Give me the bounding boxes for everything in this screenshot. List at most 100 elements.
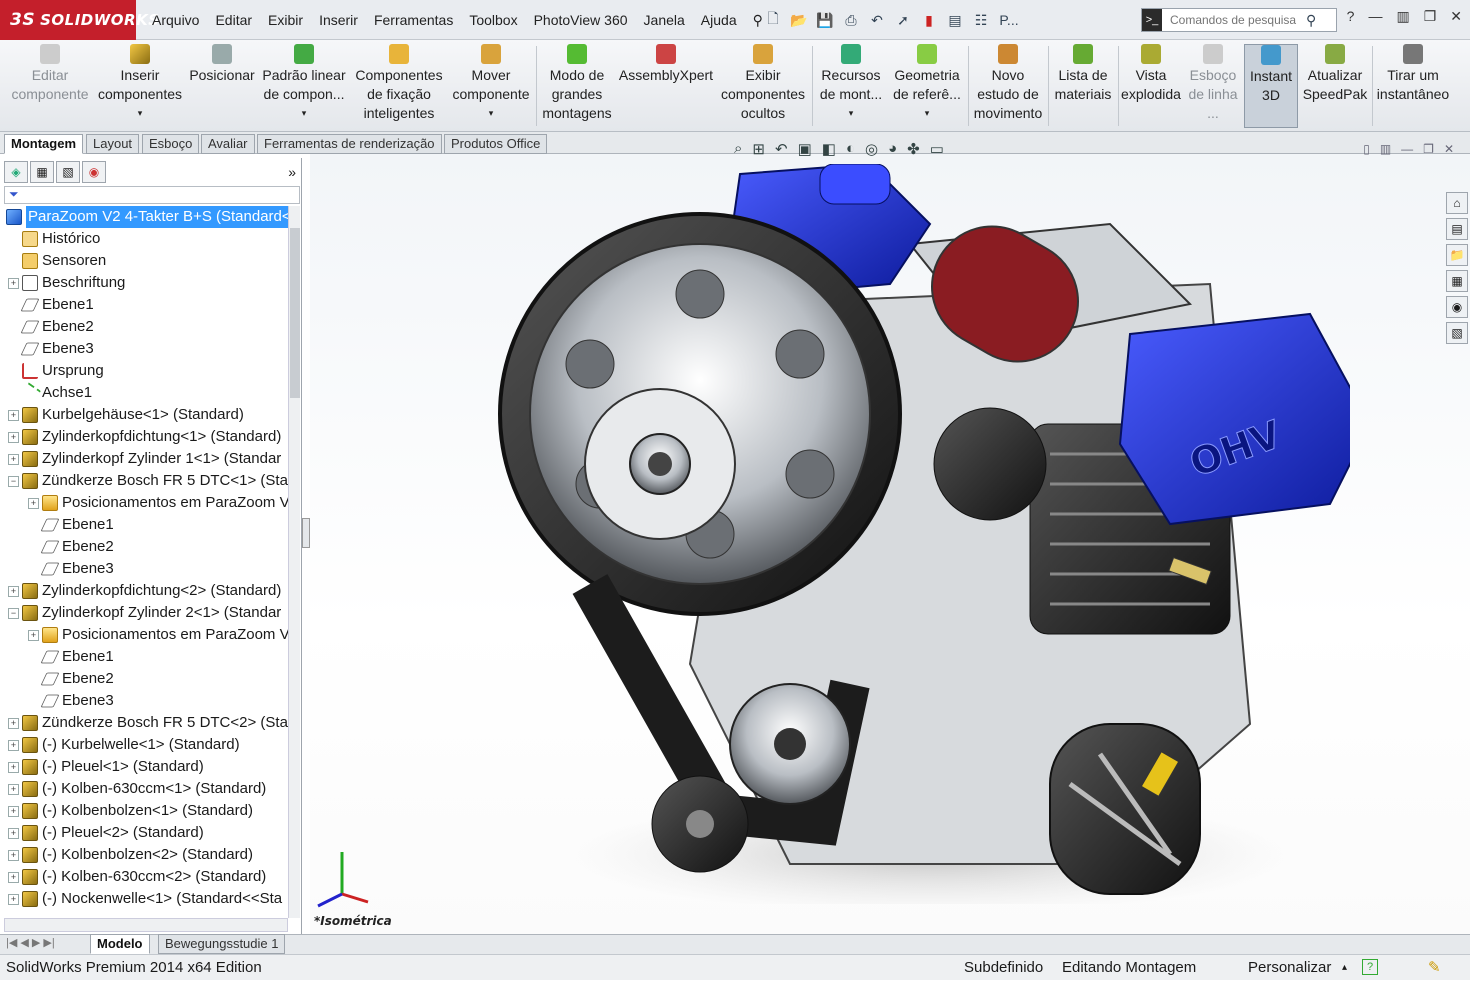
tree-item[interactable]: Ebene1 — [0, 514, 288, 536]
mate-button[interactable]: Posicionar — [186, 44, 258, 128]
tree-item[interactable]: Ebene1 — [0, 294, 288, 316]
customize-chevron-icon[interactable]: ▴ — [1342, 955, 1347, 981]
edit-component-button[interactable]: Editar componente — [6, 44, 94, 128]
view-palette-icon[interactable]: ▦ — [1446, 270, 1468, 292]
close-icon[interactable]: ✕ — [1450, 8, 1462, 25]
tab-bewegungsstudie[interactable]: Bewegungsstudie 1 — [158, 934, 286, 954]
print-icon[interactable]: ⎙ — [840, 10, 862, 30]
expand-icon[interactable]: + — [8, 277, 19, 289]
tree-vertical-scrollbar[interactable] — [288, 206, 300, 918]
menu-ajuda[interactable]: Ajuda — [693, 12, 745, 28]
tab-layout[interactable]: Layout — [86, 134, 140, 154]
menu-exibir[interactable]: Exibir — [260, 12, 311, 28]
instant-3d-button[interactable]: Instant 3D — [1244, 44, 1298, 128]
collapse-icon[interactable]: − — [8, 607, 19, 619]
tab-esboco[interactable]: Esboço — [142, 134, 200, 154]
viewport-restore-icon[interactable]: ❐ — [1423, 142, 1434, 156]
bill-of-materials-button[interactable]: Lista de materiais — [1050, 44, 1116, 128]
minimize-icon[interactable]: — — [1368, 8, 1382, 25]
menu-inserir[interactable]: Inserir — [311, 12, 366, 28]
display-manager-tab-icon[interactable]: ◉ — [82, 161, 106, 183]
menu-janela[interactable]: Janela — [636, 12, 693, 28]
tab-montagem[interactable]: Montagem — [4, 134, 83, 154]
tree-item[interactable]: + (-) Kolben-630ccm<1> (Standard) — [0, 778, 288, 800]
menu-photoview[interactable]: PhotoView 360 — [526, 12, 636, 28]
tab-ferramentas-renderizacao[interactable]: Ferramentas de renderização — [257, 134, 442, 154]
appearances-icon[interactable]: ◉ — [1446, 296, 1468, 318]
tree-item[interactable]: Ebene2 — [0, 668, 288, 690]
undo-icon[interactable]: ↶ — [866, 10, 888, 30]
hide-show-items-icon[interactable]: ◎ — [865, 140, 878, 158]
file-properties-icon[interactable]: ▤ — [944, 10, 966, 30]
viewport-split-icon[interactable]: ▯ — [1363, 142, 1370, 156]
insert-components-button[interactable]: Inserir componentes ▾ — [96, 44, 184, 128]
section-view-icon[interactable]: ▣ — [798, 140, 812, 158]
property-manager-tab-icon[interactable]: ▦ — [30, 161, 54, 183]
show-hidden-components-button[interactable]: Exibir componentes ocultos — [718, 44, 808, 128]
help-status-icon[interactable]: ? — [1362, 959, 1378, 975]
p-button[interactable]: P... — [996, 10, 1022, 30]
expand-icon[interactable]: + — [8, 761, 19, 773]
tree-root-item[interactable]: ParaZoom V2 4-Takter B+S (Standard< — [0, 206, 288, 228]
edit-appearance-icon[interactable]: ◕ — [888, 140, 897, 158]
expand-icon[interactable]: + — [8, 585, 19, 597]
previous-view-icon[interactable]: ↶ — [775, 140, 788, 158]
graphics-viewport[interactable]: ⌕ ⊞ ↶ ▣ ◧ ◐ ◎ ◕ ✤ ▭ ▯ ▥ — ❐ ✕ ⌂ ▤ 📁 ▦ ◉ … — [310, 140, 1470, 934]
chevron-down-icon[interactable]: ▾ — [138, 104, 143, 123]
viewport-close-icon[interactable]: ✕ — [1444, 142, 1454, 156]
tree-item[interactable]: + (-) Kolben-630ccm<2> (Standard) — [0, 866, 288, 888]
chevron-down-icon[interactable]: ▾ — [849, 104, 854, 123]
search-box[interactable]: >_ ⚲ — [1141, 8, 1337, 32]
new-motion-study-button[interactable]: Novo estudo de movimento — [970, 44, 1046, 128]
viewport-tile-icon[interactable]: ▥ — [1380, 142, 1391, 156]
solidworks-resources-icon[interactable]: ⌂ — [1446, 192, 1468, 214]
restore-icon[interactable]: ❐ — [1424, 8, 1437, 25]
linear-pattern-button[interactable]: Padrão linear de compon... ▾ — [260, 44, 348, 128]
panel-splitter-handle[interactable] — [302, 518, 310, 548]
zoom-to-fit-icon[interactable]: ⌕ — [734, 140, 742, 158]
tab-produtos-office[interactable]: Produtos Office — [444, 134, 548, 154]
tree-item[interactable]: + Posicionamentos em ParaZoom V — [0, 492, 288, 514]
exploded-view-button[interactable]: Vista explodida — [1120, 44, 1182, 128]
zoom-area-icon[interactable]: ⊞ — [752, 140, 765, 158]
new-document-icon[interactable]: 🗋 — [762, 10, 784, 30]
apply-scene-icon[interactable]: ✤ — [907, 140, 920, 158]
rebuild-icon[interactable]: ▮ — [918, 10, 940, 30]
menu-editar[interactable]: Editar — [207, 12, 260, 28]
custom-properties-icon[interactable]: ▧ — [1446, 322, 1468, 344]
expand-icon[interactable]: + — [8, 849, 19, 861]
tree-item[interactable]: + (-) Pleuel<1> (Standard) — [0, 756, 288, 778]
tree-item[interactable]: + Kurbelgehäuse<1> (Standard) — [0, 404, 288, 426]
expand-icon[interactable]: + — [8, 871, 19, 883]
expand-icon[interactable]: + — [8, 805, 19, 817]
search-input[interactable] — [1162, 13, 1302, 27]
rebuild-status-icon[interactable]: ✎ — [1428, 955, 1441, 981]
tree-item[interactable]: Ebene1 — [0, 646, 288, 668]
expand-icon[interactable]: + — [8, 717, 19, 729]
assemblyxpert-button[interactable]: AssemblyXpert — [616, 44, 716, 128]
explode-line-sketch-button[interactable]: Esboço de linha ... — [1184, 44, 1242, 128]
tree-item[interactable]: + (-) Kurbelwelle<1> (Standard) — [0, 734, 288, 756]
expand-icon[interactable]: + — [8, 783, 19, 795]
tile-icon[interactable]: ▥ — [1396, 8, 1409, 25]
expand-icon[interactable]: + — [28, 497, 39, 509]
expand-icon[interactable]: + — [8, 453, 19, 465]
tree-item[interactable]: + Zylinderkopfdichtung<2> (Standard) — [0, 580, 288, 602]
tree-item[interactable]: + Posicionamentos em ParaZoom V — [0, 624, 288, 646]
large-assembly-mode-button[interactable]: Modo de grandes montagens — [540, 44, 614, 128]
file-explorer-icon[interactable]: 📁 — [1446, 244, 1468, 266]
assembly-features-button[interactable]: Recursos de mont... ▾ — [816, 44, 886, 128]
tab-modelo[interactable]: Modelo — [90, 934, 150, 954]
tree-item[interactable]: + Zylinderkopf Zylinder 1<1> (Standar — [0, 448, 288, 470]
options-icon[interactable]: ☷ — [970, 10, 992, 30]
expand-icon[interactable]: + — [8, 893, 19, 905]
filter-icon[interactable]: ⏷ — [4, 186, 300, 204]
tree-item[interactable]: + (-) Kolbenbolzen<1> (Standard) — [0, 800, 288, 822]
tree-item[interactable]: − Zündkerze Bosch FR 5 DTC<1> (Stan — [0, 470, 288, 492]
tab-avaliar[interactable]: Avaliar — [201, 134, 255, 154]
tree-item[interactable]: Sensoren — [0, 250, 288, 272]
take-snapshot-button[interactable]: Tirar um instantâneo — [1374, 44, 1452, 128]
display-style-icon[interactable]: ◐ — [846, 140, 855, 158]
tree-item[interactable]: + (-) Pleuel<2> (Standard) — [0, 822, 288, 844]
tree-item[interactable]: Ebene3 — [0, 558, 288, 580]
